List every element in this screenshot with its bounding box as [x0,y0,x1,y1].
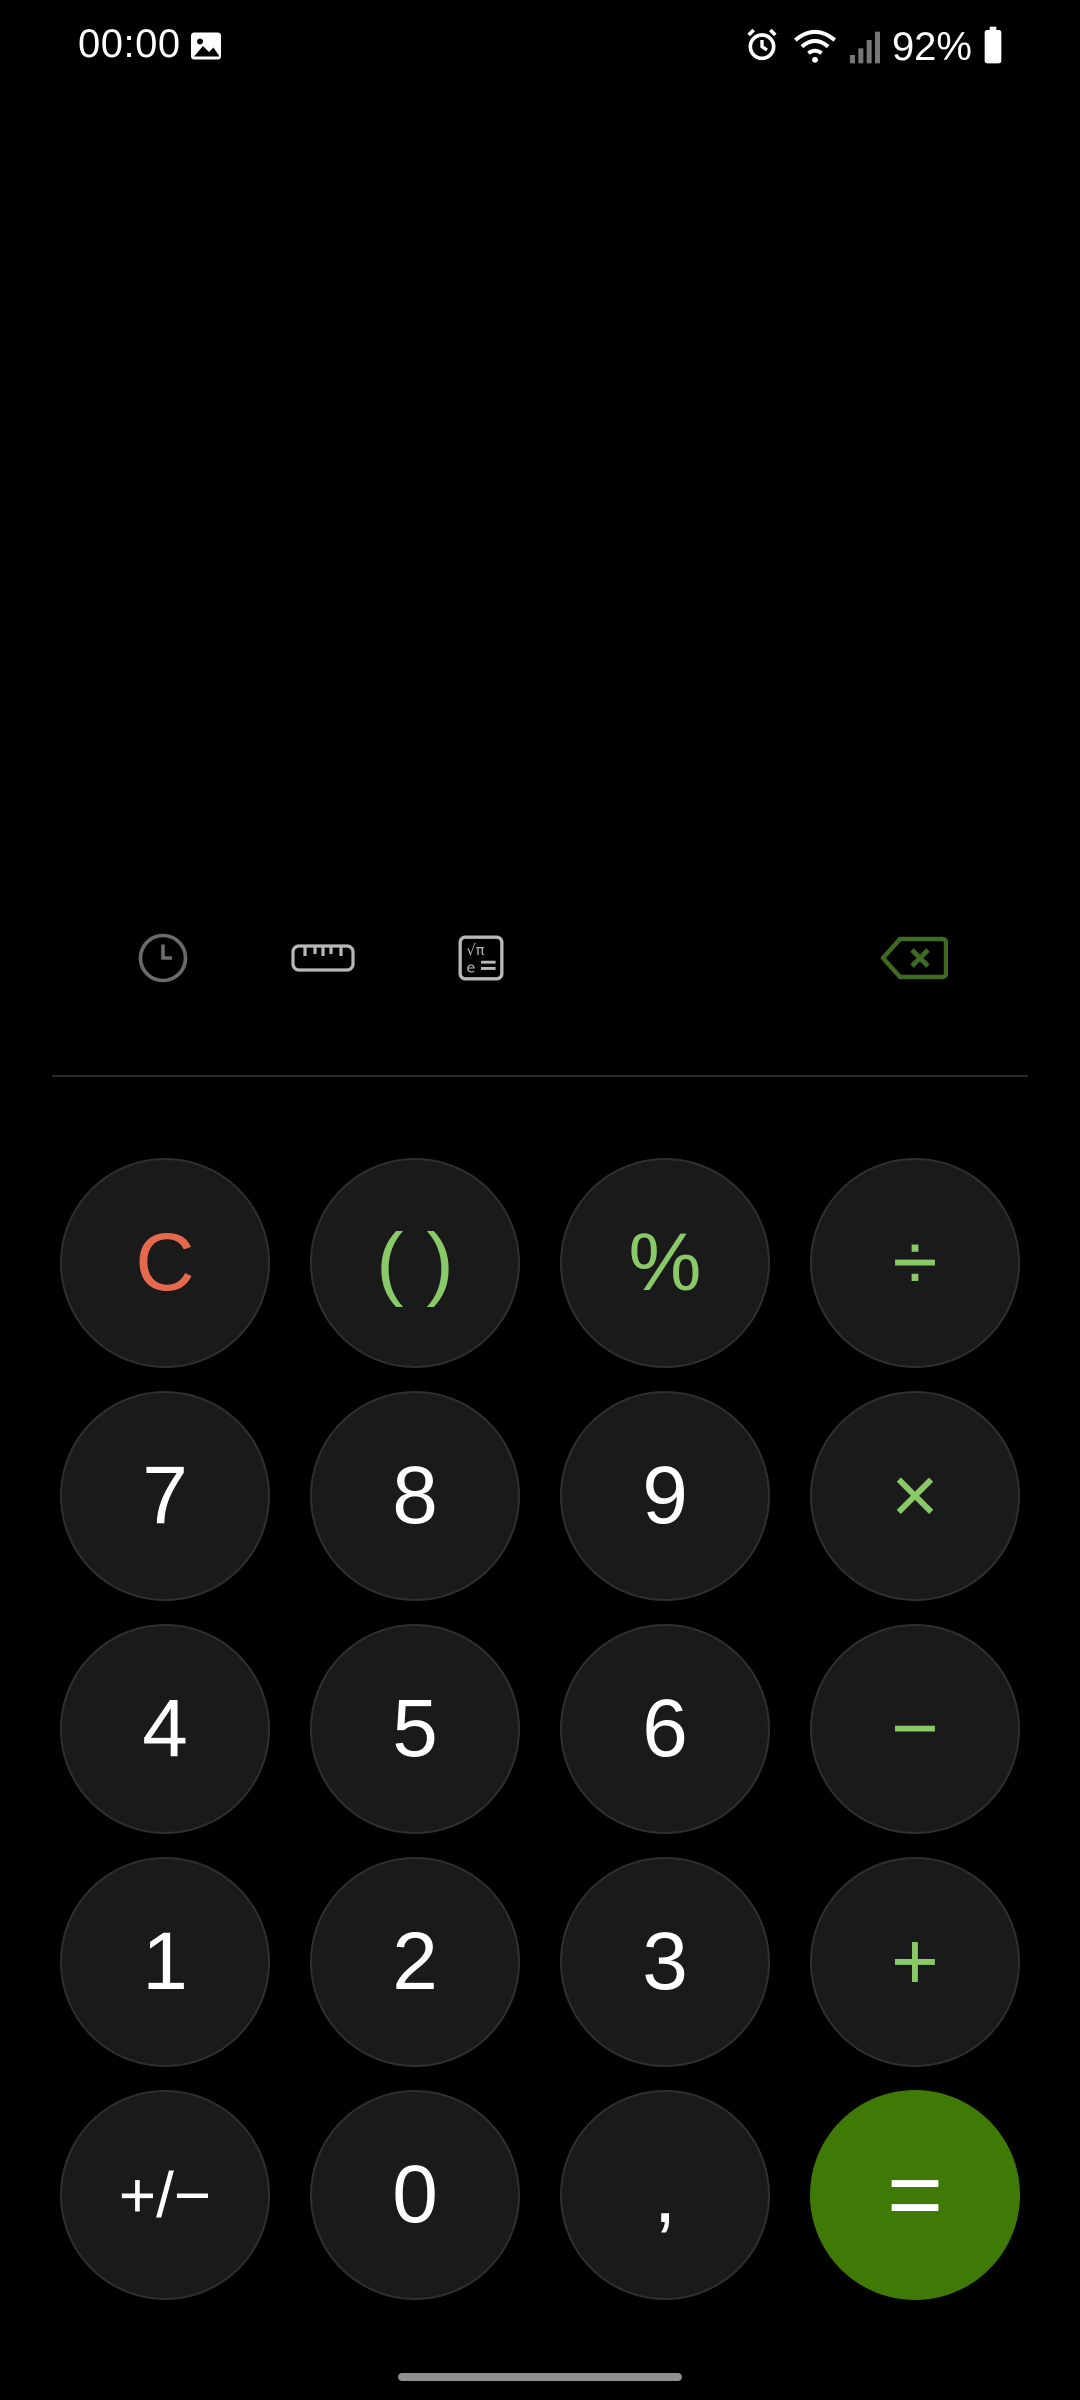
parentheses-button[interactable]: ( ) [310,1158,520,1368]
history-icon [136,931,190,990]
scientific-mode-button[interactable]: √π e [449,928,513,992]
key-label: 9 [642,1450,688,1541]
key-label: 2 [392,1916,438,2007]
history-button[interactable] [131,928,195,992]
key-label: % [628,1217,702,1308]
key-label: , [653,2149,677,2240]
wifi-icon [792,25,838,70]
divide-button[interactable]: ÷ [810,1158,1020,1368]
plus-minus-button[interactable]: +/− [60,2090,270,2300]
decimal-comma-button[interactable]: , [560,2090,770,2300]
key-label: 6 [642,1683,688,1774]
key-label: 5 [392,1683,438,1774]
digit-8-button[interactable]: 8 [310,1391,520,1601]
key-label: C [135,1217,195,1308]
key-label: × [891,1450,939,1541]
key-label: 4 [142,1683,188,1774]
battery-percent: 92% [891,24,972,69]
key-label: ÷ [892,1217,938,1308]
gallery-icon [188,28,224,64]
equals-button[interactable]: = [810,2090,1020,2300]
digit-9-button[interactable]: 9 [560,1391,770,1601]
subtract-button[interactable]: − [810,1624,1020,1834]
key-label: 7 [142,1450,188,1541]
key-label: 3 [642,1916,688,2007]
alarm-icon [742,25,782,70]
scientific-mode-icon: √π e [456,933,506,988]
clear-button[interactable]: C [60,1158,270,1368]
digit-7-button[interactable]: 7 [60,1391,270,1601]
navigation-handle[interactable] [398,2373,682,2381]
key-label: 0 [392,2149,438,2240]
key-label: + [891,1916,939,2007]
digit-6-button[interactable]: 6 [560,1624,770,1834]
key-label: +/− [118,2159,212,2231]
key-label: − [891,1683,939,1774]
digit-5-button[interactable]: 5 [310,1624,520,1834]
backspace-icon [880,935,949,986]
multiply-button[interactable]: × [810,1391,1020,1601]
svg-text:√π: √π [466,941,484,958]
digit-0-button[interactable]: 0 [310,2090,520,2300]
key-label: 1 [142,1916,188,2007]
backspace-button[interactable] [878,928,950,992]
key-label: = [886,2141,944,2248]
battery-icon [982,25,1004,70]
unit-converter-button[interactable] [291,928,355,992]
divider [52,1075,1028,1077]
status-right-icons: 92% [742,22,1004,72]
digit-2-button[interactable]: 2 [310,1857,520,2067]
key-label: 8 [392,1450,438,1541]
svg-text:e: e [466,959,475,976]
digit-3-button[interactable]: 3 [560,1857,770,2067]
add-button[interactable]: + [810,1857,1020,2067]
digit-1-button[interactable]: 1 [60,1857,270,2067]
unit-converter-icon [291,938,355,983]
status-time: 00:00 [78,22,181,66]
calculator-display [0,96,1080,896]
signal-icon [848,25,882,70]
status-bar: 00:00 92% [0,0,1080,96]
digit-4-button[interactable]: 4 [60,1624,270,1834]
percent-button[interactable]: % [560,1158,770,1368]
key-label: ( ) [376,1217,454,1308]
